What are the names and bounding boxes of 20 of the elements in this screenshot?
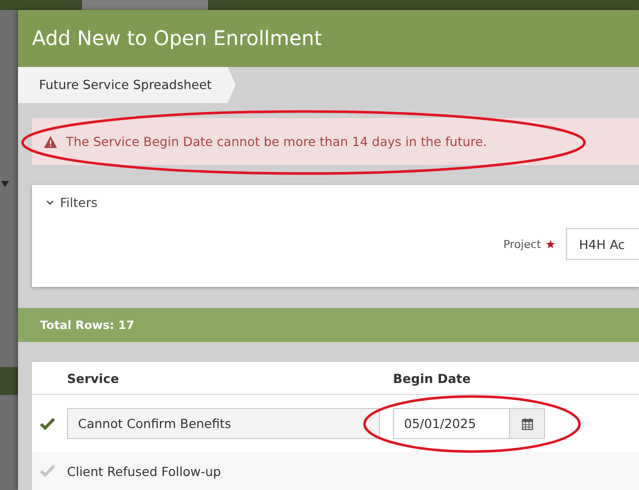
error-message: The Service Begin Date cannot be more than 14 days in the future.	[66, 134, 487, 149]
modal-title: Add New to Open Enrollment	[32, 26, 322, 50]
project-label: Project	[503, 238, 541, 250]
filters-toggle[interactable]: Filters	[46, 195, 98, 210]
date-field[interactable]: 05/01/2025	[393, 408, 510, 439]
calendar-button[interactable]	[510, 408, 545, 439]
column-header: Begin Date	[393, 370, 472, 386]
breadcrumb-tab[interactable]: Future Service Spreadsheet	[18, 66, 236, 103]
project-select[interactable]: H4H Ac	[566, 228, 639, 260]
sidebar-band	[0, 367, 18, 395]
column-header: Service	[67, 370, 120, 386]
service-field[interactable]: Cannot Confirm Benefits	[67, 408, 380, 439]
check-icon[interactable]	[40, 418, 55, 430]
caret-icon	[1, 181, 9, 187]
check-icon[interactable]	[40, 465, 55, 477]
warning-icon	[44, 136, 57, 148]
calendar-icon	[522, 418, 532, 430]
service-name: Client Refused Follow-up	[67, 464, 222, 478]
chevron-icon	[46, 200, 54, 206]
total-rows: Total Rows: 17	[40, 318, 134, 332]
